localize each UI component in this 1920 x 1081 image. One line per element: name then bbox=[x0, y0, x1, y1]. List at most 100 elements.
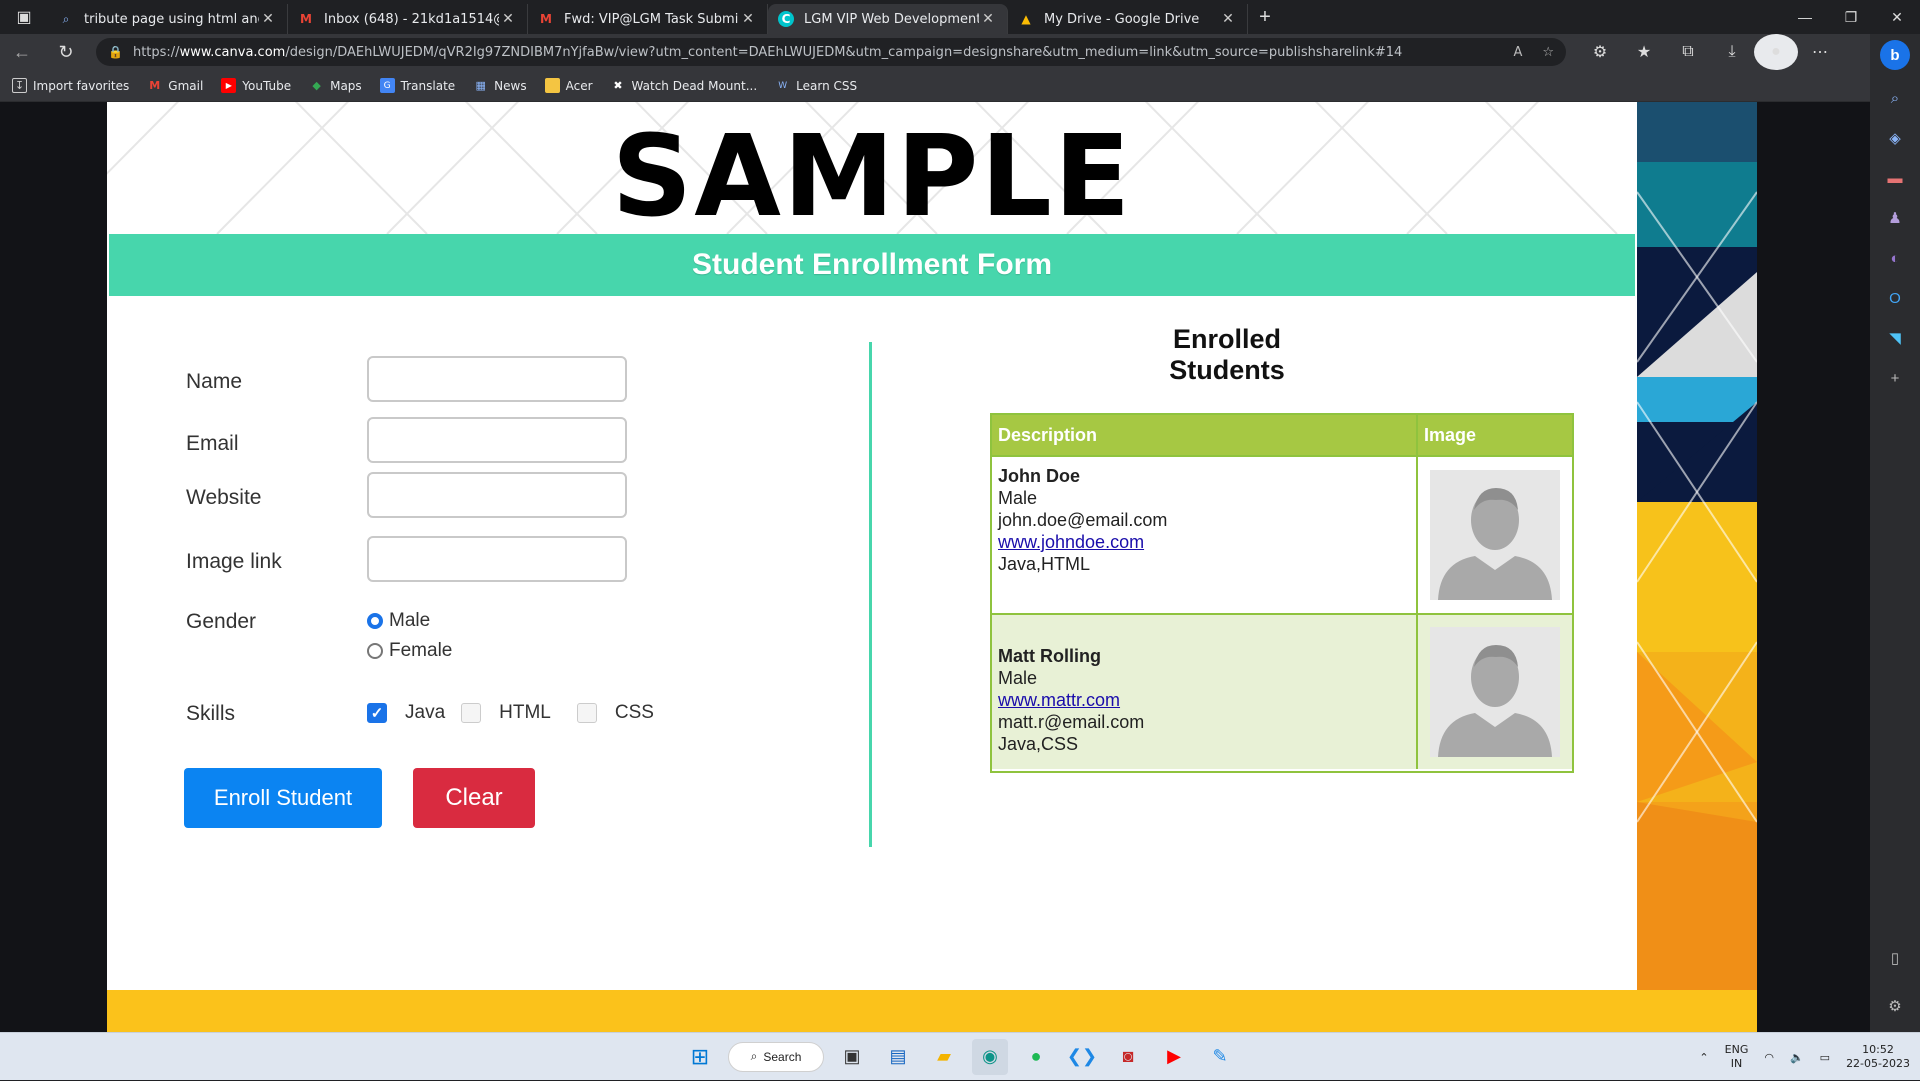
geometric-side-pattern bbox=[1637, 102, 1757, 990]
clock[interactable]: 10:52 22-05-2023 bbox=[1846, 1043, 1910, 1071]
enroll-student-button[interactable]: Enroll Student bbox=[184, 768, 382, 828]
close-icon[interactable]: ✕ bbox=[499, 11, 517, 27]
bookmark-learn-css[interactable]: W Learn CSS bbox=[775, 78, 857, 93]
wifi-icon[interactable]: ◠ bbox=[1764, 1051, 1774, 1064]
bookmark-label: YouTube bbox=[242, 78, 292, 93]
microsoft365-icon[interactable]: ◐ bbox=[1877, 240, 1913, 276]
gender-label: Gender bbox=[186, 610, 257, 633]
paint-icon[interactable]: ✎ bbox=[1202, 1039, 1238, 1075]
back-button[interactable]: ← bbox=[0, 34, 44, 70]
name-input[interactable] bbox=[367, 356, 627, 402]
html-checkbox[interactable] bbox=[461, 703, 482, 723]
task-view-icon[interactable]: ▣ bbox=[834, 1039, 870, 1075]
extensions-icon[interactable]: ⚙ bbox=[1578, 34, 1622, 70]
css-checkbox[interactable] bbox=[576, 703, 597, 723]
student-website-link[interactable]: www.mattr.com bbox=[998, 689, 1410, 711]
app-icon[interactable]: ◙ bbox=[1110, 1039, 1146, 1075]
close-icon[interactable]: ✕ bbox=[1219, 11, 1237, 27]
favorites-icon[interactable]: ★ bbox=[1622, 34, 1666, 70]
url-bar[interactable]: 🔒 https://www.canva.com/design/DAEhLWUJE… bbox=[96, 38, 1566, 66]
avatar-placeholder-icon bbox=[1430, 627, 1560, 757]
settings-icon[interactable]: ⚙ bbox=[1877, 988, 1913, 1024]
sample-watermark: SAMPLE bbox=[611, 112, 1133, 242]
clock-time: 10:52 bbox=[1862, 1043, 1894, 1056]
close-icon[interactable]: ✕ bbox=[259, 11, 277, 27]
tab-actions-icon[interactable]: ▣ bbox=[0, 0, 48, 34]
page-viewport: SAMPLE Student Enrollment Form Name Emai… bbox=[0, 102, 1870, 1032]
tab-drive[interactable]: ▲ My Drive - Google Drive ✕ bbox=[1008, 4, 1248, 34]
student-email: john.doe@email.com bbox=[998, 510, 1168, 530]
java-checkbox[interactable]: ✓ bbox=[367, 703, 387, 723]
bookmark-maps[interactable]: ◆ Maps bbox=[309, 78, 361, 93]
tab-inbox[interactable]: M Inbox (648) - 21kd1a1514@lend ✕ bbox=[288, 4, 528, 34]
student-description: John Doe Male john.doe@email.com www.joh… bbox=[992, 457, 1418, 613]
youtube-icon[interactable]: ▶ bbox=[1156, 1039, 1192, 1075]
radio-checked[interactable] bbox=[367, 613, 383, 629]
volume-icon[interactable]: 🔈 bbox=[1790, 1051, 1804, 1064]
gender-female-option[interactable]: Female bbox=[367, 640, 452, 662]
more-icon[interactable]: ⋯ bbox=[1798, 34, 1842, 70]
search-icon[interactable]: ⌕ bbox=[1877, 80, 1913, 116]
bookmark-acer[interactable]: Acer bbox=[544, 78, 593, 93]
vscode-icon[interactable]: ❮❯ bbox=[1064, 1039, 1100, 1075]
add-icon[interactable]: + bbox=[1877, 360, 1913, 396]
restore-icon[interactable]: ❐ bbox=[1828, 0, 1874, 34]
shopping-icon[interactable]: ◈ bbox=[1877, 120, 1913, 156]
split-screen-icon[interactable]: ▯ bbox=[1877, 940, 1913, 976]
read-aloud-icon[interactable]: A bbox=[1513, 45, 1522, 60]
email-input[interactable] bbox=[367, 417, 627, 463]
bookmark-youtube[interactable]: ▶ YouTube bbox=[221, 78, 291, 93]
website-input[interactable] bbox=[367, 472, 627, 518]
start-icon[interactable]: ⊞ bbox=[682, 1039, 718, 1075]
file-explorer-icon[interactable]: ▰ bbox=[926, 1039, 962, 1075]
edge-icon[interactable]: ◉ bbox=[972, 1038, 1008, 1075]
gender-male-option[interactable]: Male bbox=[367, 610, 430, 632]
table-header: Description Image bbox=[992, 415, 1572, 455]
tab-fwd[interactable]: M Fwd: VIP@LGM Task Submissio ✕ bbox=[528, 4, 768, 34]
close-icon[interactable]: ✕ bbox=[979, 11, 997, 27]
spotify-icon[interactable]: ● bbox=[1018, 1039, 1054, 1075]
add-favorite-icon[interactable]: ☆ bbox=[1542, 45, 1554, 60]
search-label: Search bbox=[763, 1049, 802, 1064]
news-icon: ▦ bbox=[475, 79, 486, 92]
store-icon[interactable]: ▤ bbox=[880, 1039, 916, 1075]
radio-unchecked[interactable] bbox=[367, 643, 383, 659]
collections-icon[interactable]: ⧉ bbox=[1666, 34, 1710, 70]
bookmark-watch[interactable]: ✖ Watch Dead Mount... bbox=[611, 78, 757, 93]
tab-strip: ▣ ⌕ tribute page using html and css ✕ M … bbox=[0, 0, 1920, 34]
tab-tribute[interactable]: ⌕ tribute page using html and css ✕ bbox=[48, 4, 288, 34]
search-icon: ⌕ bbox=[750, 1049, 758, 1063]
language-indicator[interactable]: ENG IN bbox=[1725, 1043, 1749, 1071]
bookmark-news[interactable]: ▦ News bbox=[473, 78, 526, 93]
drop-icon[interactable]: ◥ bbox=[1877, 320, 1913, 356]
profile-button[interactable]: ● bbox=[1754, 34, 1798, 70]
clear-button[interactable]: Clear bbox=[413, 768, 535, 828]
chevron-up-icon[interactable]: ⌃ bbox=[1699, 1051, 1708, 1064]
tools-icon[interactable]: ▬ bbox=[1877, 160, 1913, 196]
minimize-icon[interactable]: — bbox=[1782, 0, 1828, 34]
new-tab-button[interactable]: + bbox=[1248, 0, 1282, 34]
bing-chat-icon[interactable]: b bbox=[1880, 40, 1910, 70]
avatar: ● bbox=[1754, 34, 1798, 70]
gmail-icon: M bbox=[300, 12, 312, 26]
close-window-icon[interactable]: ✕ bbox=[1874, 0, 1920, 34]
downloads-icon[interactable]: ⤓ bbox=[1710, 34, 1754, 70]
folder-icon bbox=[544, 78, 560, 93]
reload-button[interactable]: ↻ bbox=[44, 34, 88, 70]
css-icon: W bbox=[778, 80, 788, 91]
website-label: Website bbox=[186, 486, 262, 509]
taskbar-search[interactable]: ⌕ Search bbox=[728, 1041, 824, 1072]
enrolled-students-title: Enrolled Students bbox=[1169, 324, 1285, 385]
search-icon: ⌕ bbox=[62, 11, 70, 26]
bookmark-import[interactable]: ↧ Import favorites bbox=[12, 78, 129, 93]
battery-icon[interactable]: ▭ bbox=[1820, 1051, 1830, 1064]
lock-icon[interactable]: 🔒 bbox=[108, 45, 123, 59]
outlook-icon[interactable]: O bbox=[1877, 280, 1913, 316]
close-icon[interactable]: ✕ bbox=[739, 11, 757, 27]
bookmark-translate[interactable]: G Translate bbox=[379, 78, 455, 93]
bookmark-gmail[interactable]: M Gmail bbox=[147, 78, 203, 93]
image-link-input[interactable] bbox=[367, 536, 627, 582]
tab-lgm[interactable]: C LGM VIP Web Development ✕ bbox=[768, 4, 1008, 34]
games-icon[interactable]: ♟ bbox=[1877, 200, 1913, 236]
student-website-link[interactable]: www.johndoe.com bbox=[998, 531, 1410, 553]
